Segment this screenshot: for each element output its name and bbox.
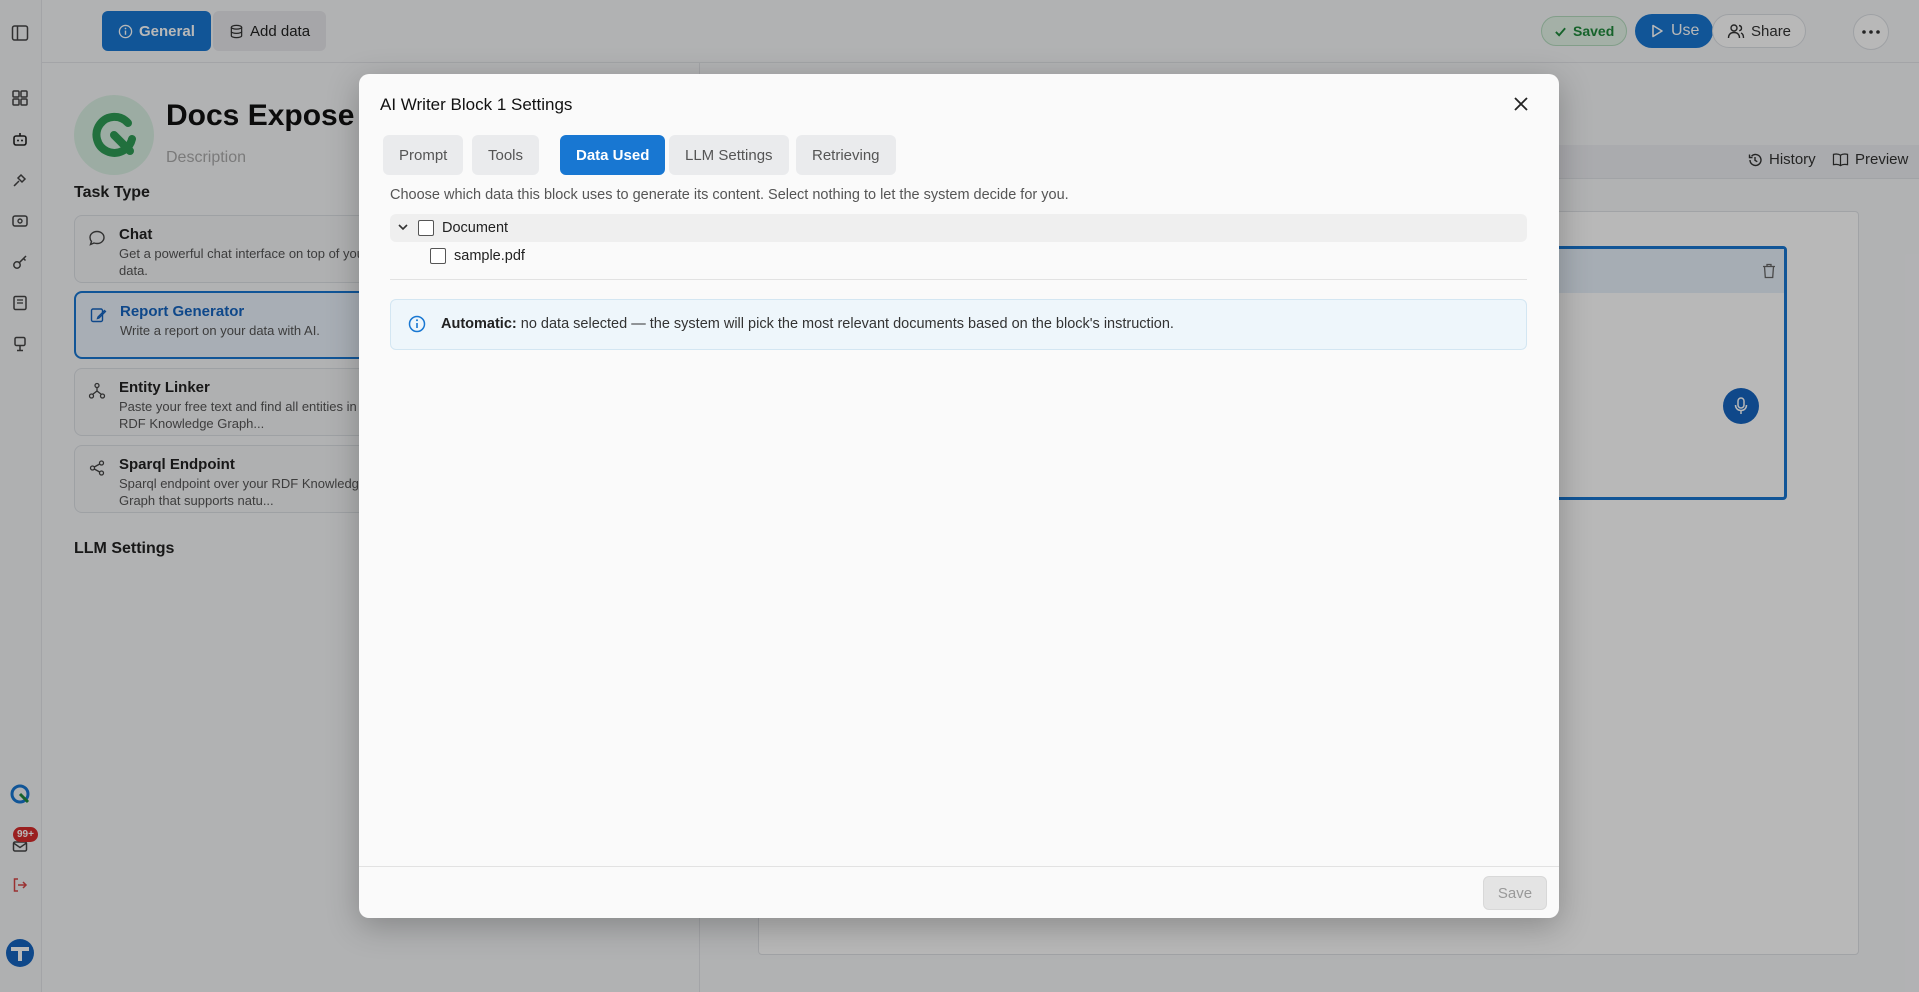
- save-button[interactable]: Save: [1483, 876, 1547, 910]
- tree-group-label: Document: [442, 220, 509, 236]
- tab-llm-settings[interactable]: LLM Settings: [669, 135, 789, 175]
- tab-retrieving[interactable]: Retrieving: [796, 135, 896, 175]
- tab-data-used[interactable]: Data Used: [560, 135, 666, 175]
- tree-item-label[interactable]: sample.pdf: [454, 248, 525, 264]
- document-group-checkbox[interactable]: [418, 220, 434, 236]
- footer-divider: [359, 866, 1559, 867]
- close-icon: [1514, 97, 1528, 111]
- info-message: no data selected — the system will pick …: [516, 316, 1174, 332]
- tab-tools[interactable]: Tools: [472, 135, 540, 175]
- data-selection-hint: Choose which data this block uses to gen…: [390, 187, 1069, 203]
- chevron-down-icon[interactable]: [396, 220, 410, 234]
- tree-group-document[interactable]: Document: [390, 214, 1527, 242]
- automatic-info-banner: Automatic: no data selected — the system…: [390, 299, 1527, 350]
- dialog-title: AI Writer Block 1 Settings: [380, 95, 573, 114]
- close-button[interactable]: [1507, 90, 1535, 118]
- divider: [390, 279, 1527, 280]
- info-label: Automatic:: [441, 316, 517, 332]
- block-settings-dialog: AI Writer Block 1 Settings Prompt Tools …: [359, 74, 1559, 918]
- info-text: Automatic: no data selected — the system…: [441, 316, 1174, 332]
- sample-pdf-checkbox[interactable]: [430, 248, 446, 264]
- info-circle-icon: [408, 315, 426, 333]
- tab-prompt[interactable]: Prompt: [383, 135, 464, 175]
